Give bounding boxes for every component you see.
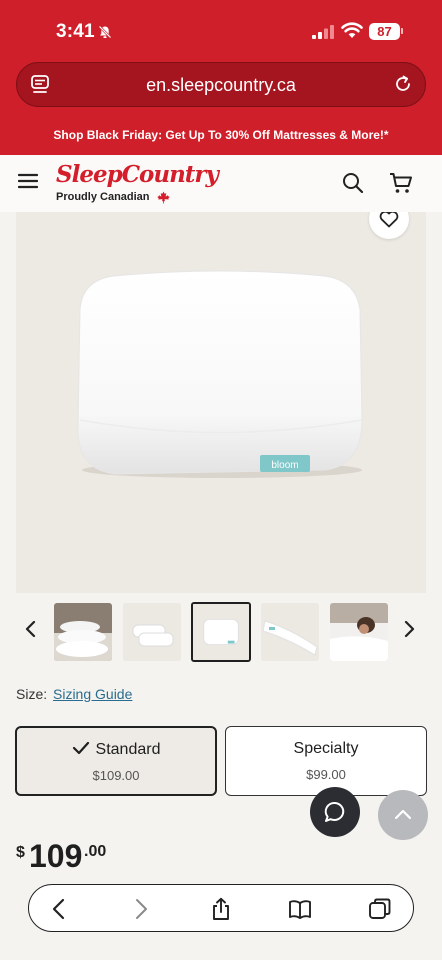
hamburger-menu-icon[interactable] (18, 172, 38, 190)
size-option-specialty[interactable]: Specialty $99.00 (225, 726, 427, 796)
site-logo[interactable]: SleepCountry (56, 161, 219, 188)
back-arrow-icon[interactable] (47, 897, 71, 921)
chat-button[interactable] (310, 787, 360, 837)
price-currency: $ (16, 844, 25, 861)
battery-indicator: 87 (369, 23, 400, 40)
thumbnail-pillow-front[interactable] (191, 602, 251, 662)
size-option-standard-price: $109.00 (92, 768, 140, 783)
size-option-specialty-name: Specialty (293, 740, 359, 757)
bookmarks-icon[interactable] (288, 897, 312, 921)
reload-icon[interactable] (393, 74, 413, 94)
thumbnail-pillow-side-image (261, 603, 319, 661)
pillow-brand-tag: bloom (271, 460, 298, 471)
size-option-standard[interactable]: Standard $109.00 (15, 726, 217, 796)
chevron-right-icon[interactable] (402, 620, 416, 638)
thumbnail-lifestyle[interactable] (330, 603, 388, 661)
search-icon[interactable] (342, 172, 364, 194)
status-bar: 3:41 87 (0, 0, 442, 60)
chevron-up-icon (394, 809, 412, 820)
thumbnail-pillow-side[interactable] (261, 603, 319, 661)
heart-icon (379, 212, 399, 228)
maple-leaf-icon (157, 191, 170, 204)
chevron-left-icon[interactable] (24, 620, 38, 638)
thumbnail-pillow-pair[interactable] (123, 603, 181, 661)
cart-icon[interactable] (389, 172, 413, 194)
size-label: Size: (16, 686, 48, 702)
browser-toolbar (28, 884, 414, 932)
pillow-illustration: bloom (77, 270, 363, 478)
thumbnail-pillow-pair-image (123, 603, 181, 661)
site-header: SleepCountry Proudly Canadian (0, 155, 442, 212)
bell-muted-icon (98, 25, 112, 39)
size-option-standard-name: Standard (95, 741, 161, 758)
share-icon[interactable] (209, 897, 233, 921)
thumbnail-pillow-stack[interactable] (54, 603, 112, 661)
thumbnail-carousel (0, 602, 442, 662)
cell-signal-icon (312, 25, 334, 39)
address-bar[interactable]: en.sleepcountry.ca (16, 62, 426, 107)
thumbnail-lifestyle-image (330, 603, 388, 661)
price-whole: 109 (29, 838, 83, 874)
chat-bubble-icon (324, 801, 345, 822)
size-option-standard-label: Standard (17, 741, 215, 759)
size-option-specialty-price: $99.00 (306, 767, 346, 782)
url-text[interactable]: en.sleepcountry.ca (17, 75, 425, 96)
checkmark-icon (72, 741, 89, 755)
wishlist-button[interactable] (369, 212, 409, 239)
tabs-overview-icon[interactable] (368, 897, 392, 921)
forward-arrow-icon[interactable] (129, 897, 153, 921)
thumbnail-pillow-front-image (193, 604, 249, 660)
wifi-icon (341, 22, 363, 38)
status-time: 3:41 (56, 21, 95, 42)
site-tagline: Proudly Canadian (56, 191, 150, 203)
thumbnail-pillow-stack-image (54, 603, 112, 661)
battery-tip (401, 28, 403, 34)
price-cents: .00 (84, 843, 107, 860)
product-image[interactable]: bloom (16, 212, 426, 593)
promo-banner[interactable]: Shop Black Friday: Get Up To 30% Off Mat… (0, 128, 442, 142)
back-to-top-button[interactable] (378, 790, 428, 840)
sizing-guide-link[interactable]: Sizing Guide (53, 686, 132, 702)
